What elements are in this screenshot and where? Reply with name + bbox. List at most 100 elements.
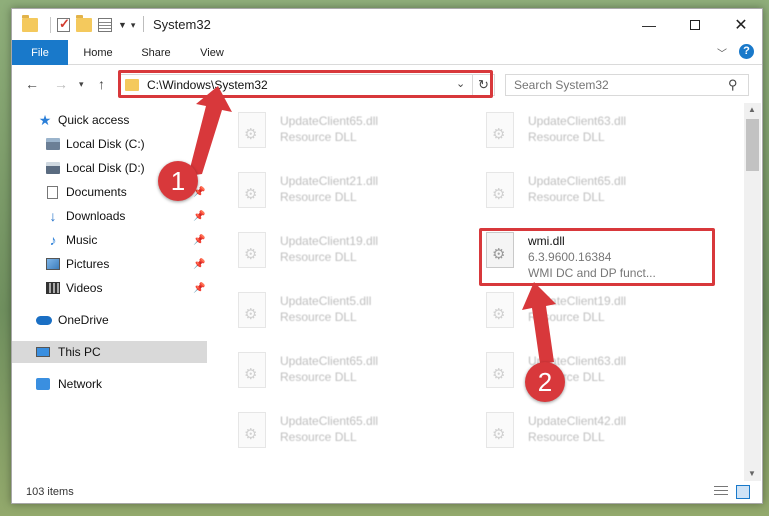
back-arrow-icon[interactable]: ←	[25, 76, 39, 92]
file-type: Resource DLL	[280, 370, 357, 384]
file-item[interactable]: UpdateClient63.dll Resource DLL	[456, 349, 686, 399]
navigation-pane: ★ Quick access Local Disk (C:) Local Dis…	[12, 103, 207, 481]
properties-check-icon[interactable]	[57, 16, 70, 32]
sidebar-item-label: Downloads	[66, 209, 126, 223]
search-icon[interactable]: ⚲	[728, 77, 738, 93]
file-item[interactable]: UpdateClient19.dll Resource DLL	[208, 229, 438, 279]
file-item[interactable]: UpdateClient21.dll Resource DLL	[208, 169, 438, 219]
sidebar-item-pictures[interactable]: Pictures 📌	[12, 253, 207, 275]
maximize-icon	[690, 19, 700, 30]
file-name: UpdateClient5.dll	[280, 294, 372, 308]
chevron-down-icon[interactable]: ▼	[118, 20, 127, 30]
customize-toolbar-icon[interactable]: ▾	[131, 20, 136, 31]
sidebar-item-label: Network	[58, 377, 103, 391]
file-name: UpdateClient65.dll	[528, 174, 627, 188]
recent-locations-icon[interactable]: ▾	[79, 79, 84, 90]
search-input[interactable]	[514, 78, 714, 92]
sidebar-item-quick-access[interactable]: ★ Quick access	[12, 109, 207, 131]
quick-access-toolbar: ▼ ▾	[22, 15, 139, 34]
pin-icon[interactable]: 📌	[193, 211, 205, 222]
file-name: UpdateClient65.dll	[280, 114, 379, 128]
dll-file-icon	[238, 232, 266, 268]
file-type: Resource DLL	[528, 430, 605, 444]
item-count: 103 items	[26, 486, 74, 498]
file-type: Resource DLL	[528, 310, 605, 324]
tiles-view-icon[interactable]	[736, 485, 750, 499]
file-name: UpdateClient21.dll	[280, 174, 379, 188]
properties-icon[interactable]	[98, 18, 112, 32]
network-icon	[36, 378, 50, 390]
dll-file-icon	[486, 292, 514, 328]
file-type: Resource DLL	[280, 250, 357, 264]
file-type: Resource DLL	[280, 130, 357, 144]
forward-arrow-icon[interactable]: →	[54, 76, 68, 92]
scroll-up-icon[interactable]: ▲	[748, 105, 756, 114]
close-button[interactable]: ✕	[718, 9, 762, 40]
search-box[interactable]: ⚲	[505, 74, 749, 96]
tab-view[interactable]: View	[193, 40, 231, 65]
dll-file-icon	[486, 412, 514, 448]
sidebar-item-label: Local Disk (C:)	[66, 137, 145, 151]
file-item[interactable]: UpdateClient42.dll Resource DLL	[456, 409, 686, 459]
disk-icon	[46, 138, 60, 150]
videos-icon	[46, 282, 60, 294]
up-arrow-icon[interactable]: ↑	[98, 76, 105, 92]
file-item[interactable]: UpdateClient65.dll Resource DLL	[208, 409, 438, 459]
wmi-file-highlight	[479, 228, 715, 286]
file-type: Resource DLL	[528, 130, 605, 144]
file-name: UpdateClient19.dll	[528, 294, 627, 308]
sidebar-item-this-pc[interactable]: This PC	[12, 341, 207, 363]
file-item[interactable]: UpdateClient19.dll Resource DLL	[456, 289, 686, 339]
sidebar-item-videos[interactable]: Videos 📌	[12, 277, 207, 299]
pin-icon[interactable]: 📌	[193, 259, 205, 270]
folder-icon	[22, 15, 38, 32]
new-folder-icon[interactable]	[76, 15, 92, 32]
file-item[interactable]: UpdateClient63.dll Resource DLL	[456, 109, 686, 159]
pin-icon[interactable]: 📌	[193, 283, 205, 294]
window-title: System32	[153, 17, 211, 32]
sidebar-item-music[interactable]: ♪ Music 📌	[12, 229, 207, 251]
file-list: UpdateClient65.dll Resource DLL UpdateCl…	[208, 103, 744, 481]
dll-file-icon	[238, 352, 266, 388]
tab-file[interactable]: File	[12, 40, 68, 65]
star-icon: ★	[38, 112, 52, 128]
sidebar-item-label: Videos	[66, 281, 103, 295]
tab-home[interactable]: Home	[78, 40, 118, 65]
pin-icon[interactable]: 📌	[193, 235, 205, 246]
sidebar-item-label: OneDrive	[58, 313, 109, 327]
sidebar-item-label: Quick access	[58, 113, 130, 127]
sidebar-item-label: Music	[66, 233, 98, 247]
sidebar-item-label: This PC	[58, 345, 101, 359]
sidebar-item-label: Documents	[66, 185, 127, 199]
status-bar: 103 items	[12, 481, 762, 503]
dll-file-icon	[238, 292, 266, 328]
sidebar-item-network[interactable]: Network	[12, 373, 207, 395]
document-icon	[47, 185, 58, 199]
maximize-button[interactable]	[672, 9, 718, 40]
minimize-button[interactable]: —	[626, 9, 672, 40]
tab-share[interactable]: Share	[136, 40, 176, 65]
disk-icon	[46, 162, 60, 174]
sidebar-item-local-disk-c[interactable]: Local Disk (C:)	[12, 133, 207, 155]
file-item[interactable]: UpdateClient65.dll Resource DLL	[456, 169, 686, 219]
details-view-icon[interactable]	[714, 486, 728, 498]
address-bar-highlight	[118, 70, 493, 98]
pictures-icon	[46, 258, 60, 270]
help-icon[interactable]: ?	[739, 44, 754, 59]
dll-file-icon	[238, 112, 266, 148]
sidebar-item-label: Local Disk (D:)	[66, 161, 145, 175]
file-type: Resource DLL	[280, 190, 357, 204]
sidebar-item-downloads[interactable]: ↓ Downloads 📌	[12, 205, 207, 227]
vertical-scrollbar[interactable]: ▲ ▼	[744, 103, 761, 481]
expand-ribbon-icon[interactable]: ﹀	[717, 45, 727, 60]
ribbon: File Home Share View ﹀ ?	[12, 40, 762, 65]
scrollbar-thumb[interactable]	[746, 119, 759, 171]
file-item[interactable]: UpdateClient65.dll Resource DLL	[208, 349, 438, 399]
scroll-down-icon[interactable]: ▼	[748, 469, 756, 478]
file-name: UpdateClient63.dll	[528, 114, 627, 128]
file-item[interactable]: UpdateClient65.dll Resource DLL	[208, 109, 438, 159]
divider	[50, 17, 51, 33]
file-item[interactable]: UpdateClient5.dll Resource DLL	[208, 289, 438, 339]
music-icon: ♪	[49, 232, 57, 248]
sidebar-item-onedrive[interactable]: OneDrive	[12, 309, 207, 331]
